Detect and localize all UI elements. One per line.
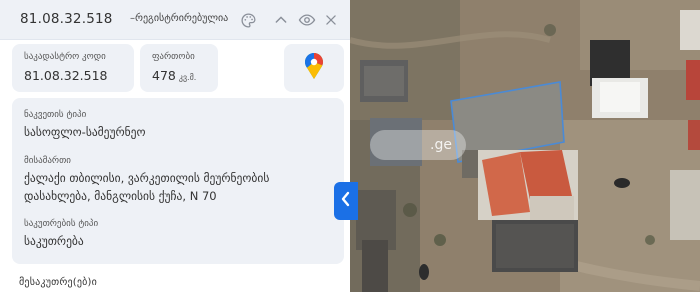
area-label: ფართობი (152, 52, 195, 62)
satellite-map[interactable]: .ge (350, 0, 700, 292)
cadastral-code-value: 81.08.32.518 (24, 68, 108, 83)
address-line-1: ქალაქი თბილისი, ვარკეთილის მეურნეობის (24, 171, 270, 185)
address-label: მისამართი (24, 156, 71, 166)
chevron-up-icon[interactable] (271, 10, 291, 30)
parcel-details-card: ნაკვეთის ტიპი სასოფლო-სამეურნეო მისამართ… (12, 98, 344, 264)
cadastral-code-card: საკადასტრო კოდი 81.08.32.518 (12, 44, 134, 92)
panel-header: 81.08.32.518 –რეგისტრირებულია (0, 0, 350, 40)
address-line-2: დასახლება, მანგლისის ქუჩა, N 70 (24, 189, 217, 203)
cadastral-code-label: საკადასტრო კოდი (24, 52, 106, 62)
header-cadastral-code: 81.08.32.518 (20, 11, 113, 27)
chevron-left-icon (340, 191, 352, 211)
area-unit: კვ.მ. (178, 73, 197, 82)
parcel-type-value: სასოფლო-სამეურნეო (24, 125, 146, 139)
collapse-panel-button[interactable] (334, 182, 358, 220)
eye-icon[interactable] (297, 10, 317, 30)
google-maps-pin-icon (305, 53, 323, 83)
palette-icon[interactable] (238, 10, 258, 30)
close-icon[interactable] (321, 10, 341, 30)
area-value-wrap: 478 კვ.მ. (152, 68, 196, 83)
ownership-type-value: საკუთრება (24, 234, 84, 248)
ownership-type-label: საკუთრების ტიპი (24, 219, 99, 229)
registration-status: –რეგისტრირებულია (130, 13, 229, 24)
google-maps-button[interactable] (284, 44, 344, 92)
area-card: ფართობი 478 კვ.მ. (140, 44, 218, 92)
area-value: 478 (152, 68, 176, 83)
map-watermark: .ge (370, 130, 466, 160)
owners-section-title[interactable]: მესაკუთრე(ებ)ი (19, 277, 97, 288)
parcel-type-label: ნაკვეთის ტიპი (24, 110, 87, 120)
map-watermark-text: .ge (430, 137, 452, 153)
parcel-info-panel: 81.08.32.518 –რეგისტრირებულია საკადასტრო… (0, 0, 350, 292)
